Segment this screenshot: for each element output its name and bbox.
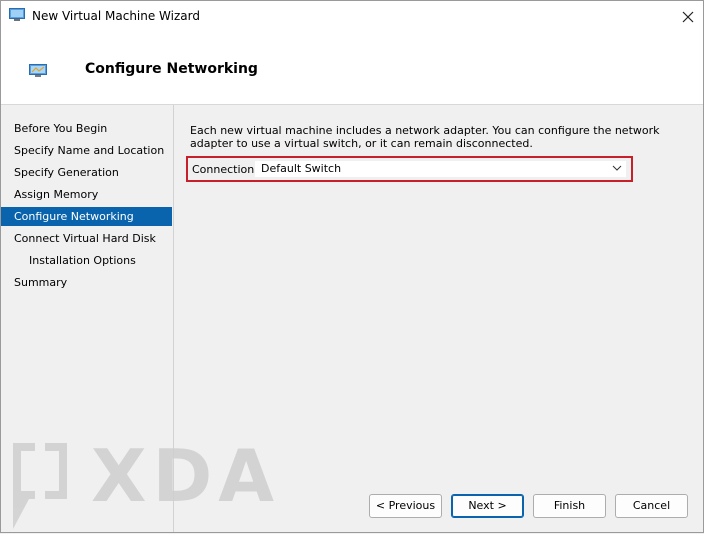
connection-label: Connection: [192,163,258,176]
connection-value: Default Switch [261,162,342,175]
sidebar-item-specify-name-and-location[interactable]: Specify Name and Location [1,141,172,160]
network-monitor-icon [29,64,47,81]
sidebar-item-summary[interactable]: Summary [1,273,172,292]
sidebar-item-specify-generation[interactable]: Specify Generation [1,163,172,182]
sidebar-item-assign-memory[interactable]: Assign Memory [1,185,172,204]
cancel-button[interactable]: Cancel [615,494,688,518]
description-text: Each new virtual machine includes a netw… [190,124,660,150]
previous-button[interactable]: < Previous [369,494,442,518]
connection-dropdown[interactable]: Default Switch [255,161,626,177]
window-title: New Virtual Machine Wizard [32,9,200,23]
sidebar-item-before-you-begin[interactable]: Before You Begin [1,119,172,138]
wizard-window: New Virtual Machine Wizard Configure Net… [0,0,704,533]
virtual-machine-icon [9,8,25,25]
connection-highlight: Connection: Default Switch [186,156,633,182]
finish-button[interactable]: Finish [533,494,606,518]
next-button[interactable]: Next > [451,494,524,518]
chevron-down-icon [612,163,622,176]
close-icon[interactable] [677,6,699,28]
sidebar-item-configure-networking[interactable]: Configure Networking [1,207,172,226]
sidebar-item-connect-virtual-hard-disk[interactable]: Connect Virtual Hard Disk [1,229,172,248]
svg-text:XDA: XDA [91,441,280,518]
sidebar-item-installation-options[interactable]: Installation Options [1,251,172,270]
xda-watermark: XDA [11,434,311,534]
page-header: Configure Networking [1,32,703,105]
page-title: Configure Networking [85,61,258,77]
title-bar[interactable]: New Virtual Machine Wizard [1,1,703,32]
